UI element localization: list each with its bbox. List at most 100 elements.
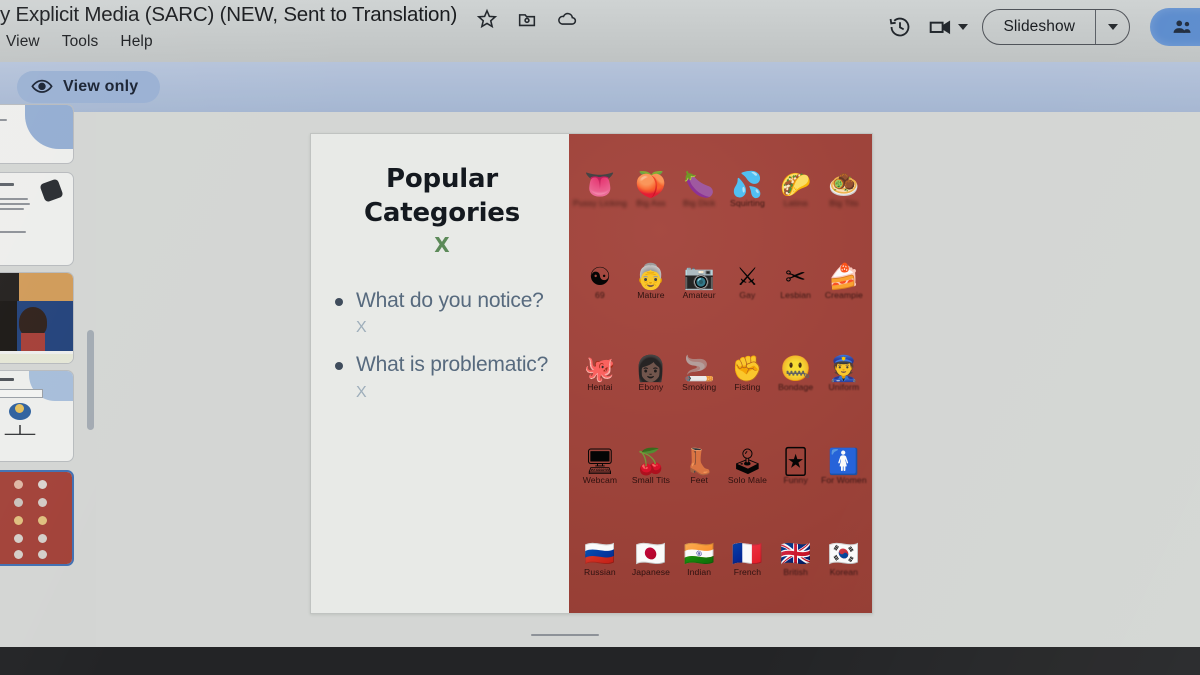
category-label: Pussy Licking <box>573 198 627 209</box>
category-emoji-icon: 🖥 <box>584 446 616 476</box>
category-cell: ☯ 69 <box>573 236 627 328</box>
slide-thumbnail-sidebar[interactable] <box>0 104 96 647</box>
category-label: Funny <box>783 474 808 485</box>
document-title[interactable]: y Explicit Media (SARC) (NEW, Sent to Tr… <box>0 3 457 27</box>
bullet-text-1: What do you notice? <box>356 288 544 312</box>
category-emoji-icon: 👵 <box>635 262 667 292</box>
current-slide[interactable]: Popular Categories X What do you notice?… <box>310 133 873 614</box>
slide-thumb-3[interactable] <box>0 272 74 364</box>
category-emoji-icon: 🍑 <box>635 170 667 200</box>
category-label: For Women <box>821 474 867 485</box>
slide-thumb-1[interactable] <box>0 104 74 164</box>
category-emoji-icon: 🕹 <box>731 446 764 476</box>
workspace: Popular Categories X What do you notice?… <box>0 104 1200 647</box>
bullet-marker-2: X <box>356 383 367 401</box>
category-emoji-icon: 🚺 <box>828 446 860 476</box>
chevron-down-icon[interactable] <box>958 24 969 30</box>
category-label: Latina <box>783 198 808 209</box>
sidebar-scrollbar[interactable] <box>87 330 94 430</box>
category-cell: ⚔ Gay <box>723 236 771 328</box>
screen-photo: y Explicit Media (SARC) (NEW, Sent to Tr… <box>0 0 1200 675</box>
list-item: What is problematic? <box>329 351 555 380</box>
category-emoji-icon: 🌮 <box>780 170 812 200</box>
category-emoji-icon: 🇫🇷 <box>731 538 763 568</box>
category-cell: ✂ Lesbian <box>772 236 820 328</box>
slide-thumb-4[interactable] <box>0 370 74 462</box>
view-only-banner: View only <box>0 62 1200 112</box>
category-emoji-icon: ✊ <box>731 354 763 384</box>
menu-item-view[interactable]: View <box>6 33 40 51</box>
slideshow-button-label: Slideshow <box>1003 18 1075 35</box>
move-to-folder-icon[interactable] <box>516 8 538 30</box>
category-label: Fisting <box>734 382 761 393</box>
category-label: British <box>783 566 808 577</box>
eye-icon <box>31 79 53 95</box>
bullet-dot-icon <box>335 362 343 371</box>
category-cell: 🐙 Hentai <box>573 328 627 420</box>
category-emoji-icon: 💦 <box>731 170 763 200</box>
view-only-chip[interactable]: View only <box>17 71 161 103</box>
category-cell: 👮 Uniform <box>820 328 868 420</box>
slide-title-line-2: Categories <box>363 198 520 229</box>
category-cell: 👢 Feet <box>675 421 723 513</box>
slideshow-button[interactable]: Slideshow <box>982 9 1130 45</box>
category-cell: 🕹 Solo Male <box>723 421 771 513</box>
category-cell: 👅 Pussy Licking <box>573 144 627 236</box>
category-cell: 🇬🇧 British <box>772 513 820 605</box>
category-cell: 🇫🇷 French <box>723 513 771 605</box>
bullet-dot-icon <box>335 297 343 306</box>
category-cell: 🚺 For Women <box>820 421 868 513</box>
category-label: Big Dick <box>683 198 716 209</box>
view-only-label: View only <box>63 78 139 95</box>
slideshow-dropdown-toggle[interactable] <box>1095 10 1129 44</box>
category-cell: 🧆 Big Tits <box>820 144 868 236</box>
bullet-text-2: What is problematic? <box>356 353 549 377</box>
category-label: Ebony <box>638 382 664 393</box>
share-button[interactable] <box>1150 8 1200 46</box>
category-label: Webcam <box>582 474 618 485</box>
menu-item-tools[interactable]: Tools <box>62 33 99 51</box>
category-emoji-icon: 🚬 <box>683 354 715 384</box>
category-label: French <box>733 566 762 577</box>
version-history-icon[interactable] <box>887 14 913 40</box>
thumb-art <box>0 105 73 163</box>
category-label: Japanese <box>631 566 670 577</box>
thumb-art <box>0 273 73 363</box>
category-cell: 🖥 Webcam <box>573 421 627 513</box>
category-emoji-icon: 🇰🇷 <box>828 538 860 568</box>
category-emoji-icon: 👅 <box>584 170 616 200</box>
category-emoji-icon: 🍒 <box>635 446 667 476</box>
category-label: Big Tits <box>829 198 859 209</box>
category-label: Russian <box>584 566 616 577</box>
speaker-notes-divider[interactable] <box>531 634 599 636</box>
slide-title-marker: X <box>434 232 450 257</box>
category-emoji-icon: ⚔ <box>736 262 759 292</box>
list-item: What do you notice? <box>329 287 555 316</box>
slide-bullet-list: What do you notice? X What is problemati… <box>329 287 555 402</box>
category-emoji-icon: 🃏 <box>782 446 809 476</box>
category-label: Korean <box>829 566 859 577</box>
category-label: Lesbian <box>780 290 812 301</box>
slide-text-column: Popular Categories X What do you notice?… <box>311 134 569 613</box>
category-cell: 🤐 Bondage <box>772 328 820 420</box>
category-cell: 💦 Squirting <box>723 144 771 236</box>
present-camera-control[interactable] <box>927 14 969 40</box>
category-panel: 👅 Pussy Licking 🍑 Big Ass 🍆 Big Dick 💦 Squirtin… <box>569 134 872 613</box>
category-cell: 🌮 Latina <box>772 144 820 236</box>
category-label: Creampie <box>824 290 863 301</box>
category-label: Squirting <box>730 198 765 209</box>
slide-title-line-1: Popular <box>386 164 498 194</box>
slide-thumb-5[interactable] <box>0 470 74 566</box>
present-camera-icon[interactable] <box>927 14 953 40</box>
category-emoji-icon: 🇯🇵 <box>635 538 667 568</box>
category-label: 69 <box>595 290 605 301</box>
slide-thumb-2[interactable] <box>0 172 74 266</box>
slide-title: Popular Categories <box>329 162 555 231</box>
menu-item-help[interactable]: Help <box>120 33 152 51</box>
category-cell: 🇮🇳 Indian <box>675 513 723 605</box>
category-emoji-icon: 🇬🇧 <box>780 538 812 568</box>
cloud-saved-icon[interactable] <box>556 8 578 30</box>
category-cell: 👩🏿 Ebony <box>627 328 675 420</box>
category-cell: 🍑 Big Ass <box>627 144 675 236</box>
star-icon[interactable] <box>476 8 498 30</box>
